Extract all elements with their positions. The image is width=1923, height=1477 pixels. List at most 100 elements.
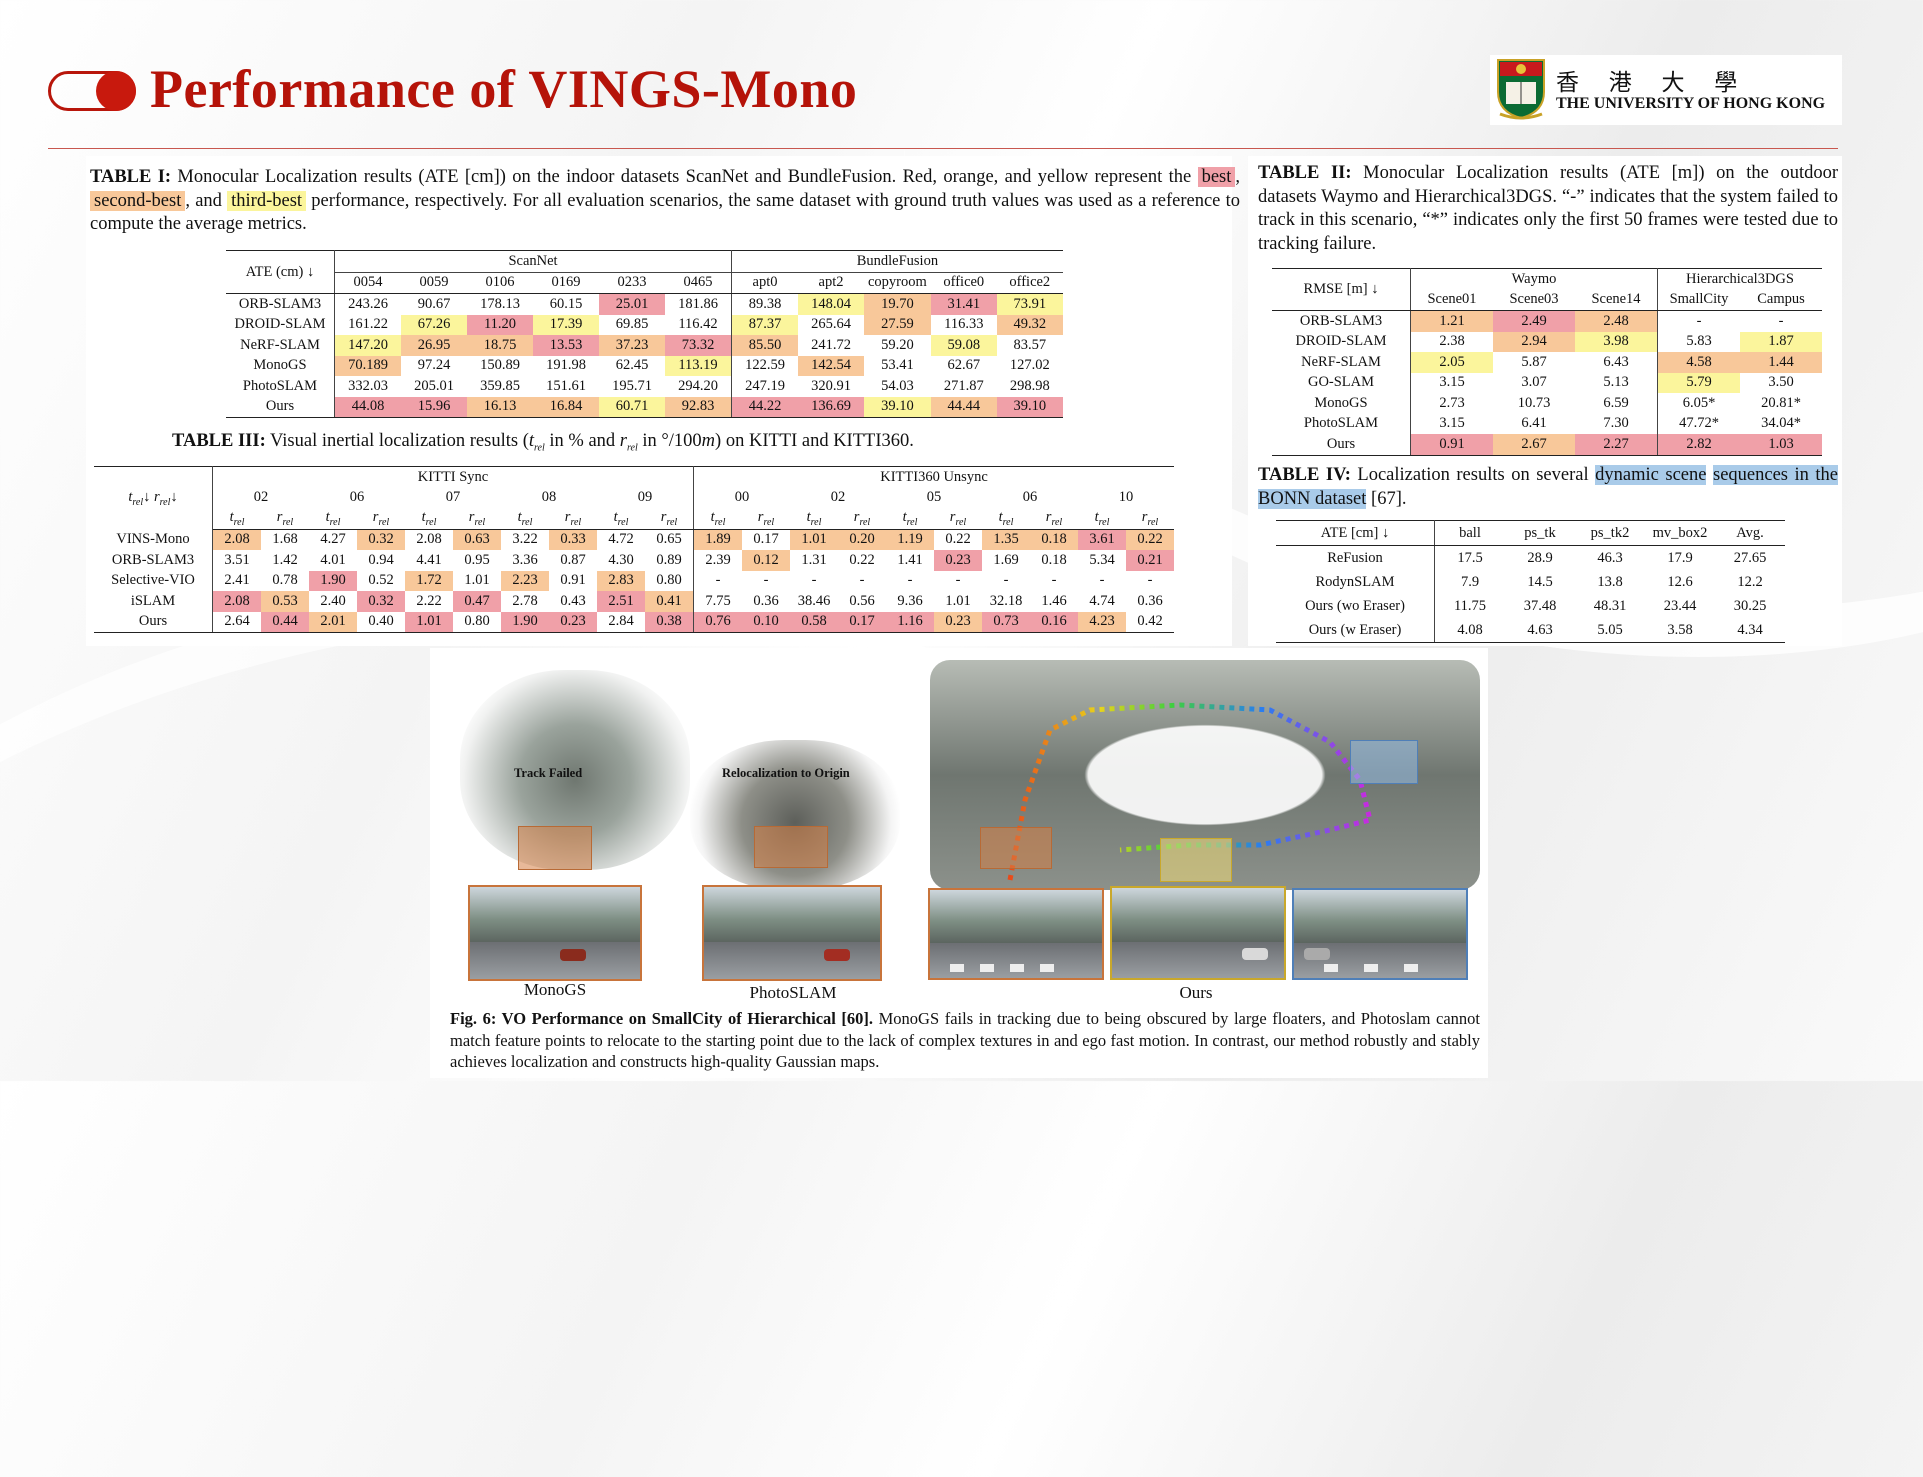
table-cell: 0.43 xyxy=(560,592,586,609)
table4-column-header: ATE [cm] ↓ xyxy=(1276,520,1435,546)
table-cell: 3.15 xyxy=(1439,374,1465,391)
table1-row-header: MonoGS xyxy=(226,355,335,376)
table-row: NeRF-SLAM 2.05 5.87 6.43 4.58 1.44 xyxy=(1272,352,1822,373)
table-header-row: ATE (cm) ↓ ScanNet BundleFusion xyxy=(226,250,1063,294)
table-cell: 39.10 xyxy=(996,396,1063,418)
table-cell: 2.38 xyxy=(1439,333,1465,350)
table-cell: 116.42 xyxy=(665,314,732,335)
title-toggle-icon xyxy=(48,71,136,111)
table-cell: 15.96 xyxy=(401,396,467,418)
table-cell: 0.22 xyxy=(945,531,971,548)
table-row: PhotoSLAM 3.15 6.41 7.30 47.72* 34.04* xyxy=(1272,413,1822,434)
table3-metric-header: rrel xyxy=(934,508,982,530)
table2-caption: TABLE II: Monocular Localization results… xyxy=(1258,163,1839,254)
monogs-inset-image xyxy=(468,885,642,981)
table-cell: 205.01 xyxy=(414,377,454,394)
table-cell: 23.44 xyxy=(1663,597,1697,614)
table3-corner-header: trel↓ rrel↓ xyxy=(94,466,213,529)
table2-row-header: PhotoSLAM xyxy=(1272,413,1411,434)
table-row: Ours (wo Eraser) 11.75 37.48 48.31 23.44 30.2… xyxy=(1276,594,1785,618)
ours-inset-image-3 xyxy=(1292,888,1468,980)
table-header-row: ATE [cm] ↓ ball ps_tk ps_tk2 mv_box2 Avg. xyxy=(1276,520,1785,546)
table-cell: 116.33 xyxy=(944,316,984,333)
table-cell: 0.91 xyxy=(560,572,586,589)
table-row: NeRF-SLAM 147.20 26.95 18.75 13.53 37.23 73.32… xyxy=(226,335,1063,356)
table3-row-header: VINS-Mono xyxy=(94,529,213,550)
table1-row-header: DROID-SLAM xyxy=(226,314,335,335)
table3-metric-header: trel xyxy=(982,508,1030,530)
table-cell: 0.44 xyxy=(261,611,309,633)
table3-group-kitti360: KITTI360 Unsync xyxy=(693,466,1174,488)
table-row: RodynSLAM 7.9 14.5 13.8 12.6 12.2 xyxy=(1276,570,1785,594)
table-cell: 0.32 xyxy=(357,529,405,550)
table-cell: 4.08 xyxy=(1434,618,1505,643)
table-cell: 0.36 xyxy=(753,592,779,609)
table-cell: 62.67 xyxy=(947,357,981,374)
table-cell: - xyxy=(1696,312,1702,329)
table-cell: 16.13 xyxy=(467,396,533,418)
table-cell: 90.67 xyxy=(417,295,451,312)
table-cell: 0.17 xyxy=(838,611,886,633)
table-cell: 0.38 xyxy=(645,611,694,633)
table1-row-header: NeRF-SLAM xyxy=(226,335,335,356)
table3-sequence-header: 09 xyxy=(597,487,694,508)
table2-row-header: GO-SLAM xyxy=(1272,372,1411,393)
table-header-row: trel↓ rrel↓ KITTI Sync KITTI360 Unsync xyxy=(94,466,1174,529)
table3-metric-header: rrel xyxy=(645,508,694,530)
table-cell: 1.72 xyxy=(405,570,453,591)
table-cell: 28.9 xyxy=(1527,549,1553,566)
table4-column-header: mv_box2 xyxy=(1645,520,1715,546)
table-cell: 0.32 xyxy=(357,591,405,612)
table3-row-header: iSLAM xyxy=(94,591,213,612)
table-cell: 5.83 xyxy=(1686,333,1712,350)
table3-row-header: Ours xyxy=(94,611,213,633)
table-cell: 2.82 xyxy=(1657,434,1740,456)
table-cell: 10.73 xyxy=(1517,394,1551,411)
table3-metric-header: trel xyxy=(212,508,261,530)
table-cell: 0.87 xyxy=(560,551,586,568)
table-cell: 13.53 xyxy=(533,335,599,356)
table-cell: 2.83 xyxy=(597,570,645,591)
table1-column-header: office2 xyxy=(996,272,1063,294)
table3-metric-header: rrel xyxy=(838,508,886,530)
table1-column-header: 0465 xyxy=(665,272,732,294)
table-cell: 1.21 xyxy=(1410,310,1493,332)
table-cell: 2.08 xyxy=(212,591,261,612)
table-cell: 0.22 xyxy=(849,551,875,568)
table-cell: 60.71 xyxy=(599,396,665,418)
table-cell: 0.78 xyxy=(272,572,298,589)
table1-column-header: apt0 xyxy=(731,272,798,294)
table2-group-hierarchical3dgs: Hierarchical3DGS xyxy=(1657,268,1822,290)
table-cell: 13.8 xyxy=(1597,573,1623,590)
table-cell: 39.10 xyxy=(864,396,931,418)
table-cell: 151.61 xyxy=(546,377,586,394)
table-cell: 17.39 xyxy=(533,314,599,335)
table-cell: 6.05* xyxy=(1682,394,1716,411)
legend-best: best xyxy=(1197,167,1236,187)
table-cell: 18.75 xyxy=(467,335,533,356)
table3-row-header: Selective-VIO xyxy=(94,570,213,591)
table-cell: 44.08 xyxy=(334,396,401,418)
table2-column-header: Scene03 xyxy=(1493,289,1575,311)
table-cell: 5.87 xyxy=(1521,353,1547,370)
table-cell: 1.01 xyxy=(405,611,453,633)
table1-column-header: 0054 xyxy=(334,272,401,294)
table-cell: 2.84 xyxy=(597,611,645,633)
table-cell: 1.41 xyxy=(897,551,923,568)
monogs-zoom-box xyxy=(518,826,592,870)
table-cell: 2.67 xyxy=(1493,434,1575,456)
table-cell: 30.25 xyxy=(1733,597,1767,614)
table3-metric-header: rrel xyxy=(453,508,501,530)
table-cell: 7.75 xyxy=(705,592,731,609)
table4-row-header: Ours (wo Eraser) xyxy=(1276,594,1435,618)
table-cell: 2.48 xyxy=(1575,310,1658,332)
table-cell: 4.58 xyxy=(1657,352,1740,373)
table-cell: 5.13 xyxy=(1575,372,1658,393)
table1-group-scannet: ScanNet xyxy=(334,250,732,273)
table-cell: - xyxy=(1051,572,1057,589)
table3-sequence-header: 02 xyxy=(830,489,846,506)
table-cell: 60.15 xyxy=(549,295,583,312)
table3-metric-header: trel xyxy=(886,508,934,530)
table-cell: 3.22 xyxy=(512,531,538,548)
table-cell: 1.01 xyxy=(790,529,838,550)
